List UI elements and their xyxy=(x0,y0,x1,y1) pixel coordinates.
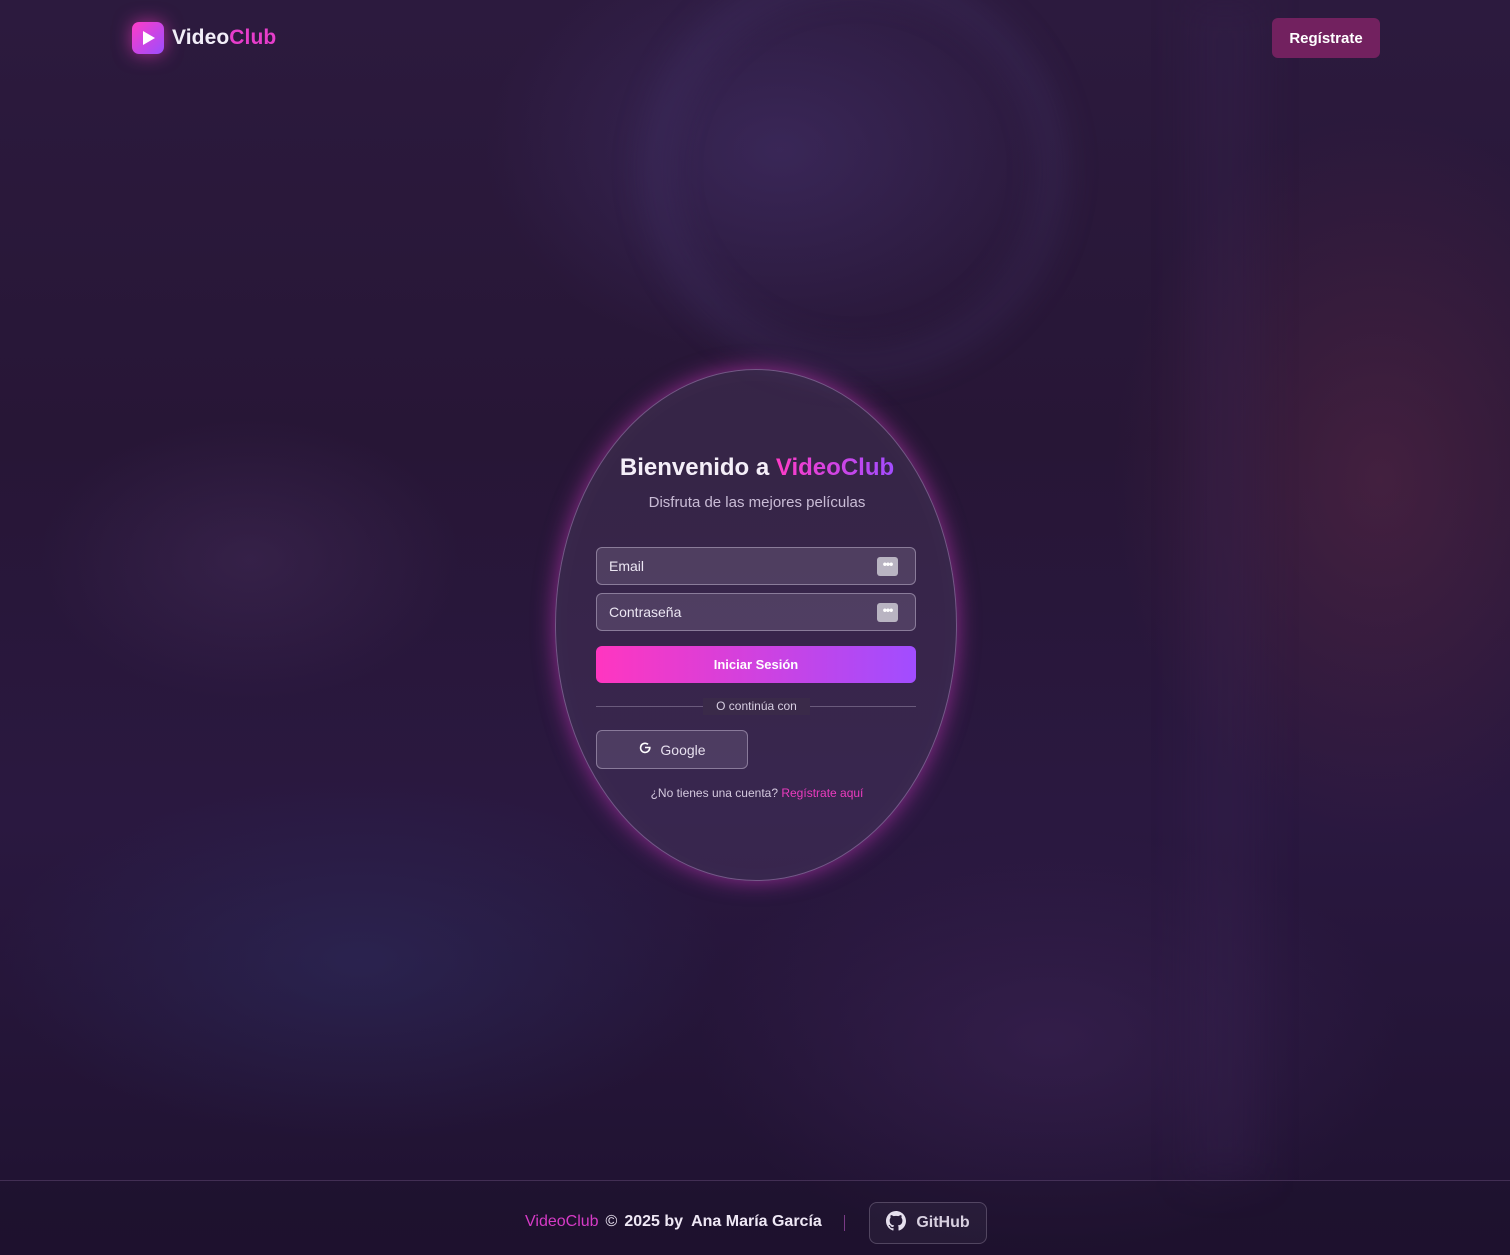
register-button[interactable]: Regístrate xyxy=(1272,18,1380,58)
footer-separator xyxy=(844,1215,845,1231)
divider-text: O continúa con xyxy=(703,698,810,715)
background-decoration xyxy=(1190,0,1260,1180)
page-footer: VideoClub © 2025 by Ana María García Git… xyxy=(0,1180,1510,1255)
google-icon xyxy=(638,741,652,759)
email-input[interactable] xyxy=(597,548,915,584)
login-subtitle: Disfruta de las mejores películas xyxy=(648,494,866,511)
no-account-text: ¿No tienes una cuenta? xyxy=(650,786,778,800)
title-prefix: Bienvenido a xyxy=(619,454,770,481)
logo-text-club: Club xyxy=(229,26,277,49)
footer-brand[interactable]: VideoClub xyxy=(525,1213,599,1231)
login-button[interactable]: Iniciar Sesión xyxy=(596,646,916,683)
logo-text: VideoClub xyxy=(172,26,276,50)
email-field-wrapper: ••• xyxy=(596,547,916,585)
title-brand: VideoClub xyxy=(775,454,895,481)
register-link[interactable]: Regístrate aquí xyxy=(781,786,863,800)
password-input[interactable] xyxy=(597,594,915,630)
google-label: Google xyxy=(660,741,706,758)
github-label: GitHub xyxy=(916,1214,970,1231)
login-card: Bienvenido a VideoClub Disfruta de las m… xyxy=(555,369,957,881)
google-login-button[interactable]: Google xyxy=(596,730,748,769)
signup-prompt: ¿No tienes una cuenta? Regístrate aquí xyxy=(556,786,958,800)
app-logo[interactable]: VideoClub xyxy=(132,22,276,54)
footer-author: Ana María García xyxy=(691,1213,822,1230)
github-button[interactable]: GitHub xyxy=(869,1202,987,1244)
login-title: Bienvenido a VideoClub xyxy=(556,454,958,482)
footer-year: 2025 by xyxy=(624,1213,684,1230)
footer-credits: VideoClub © 2025 by Ana María García xyxy=(525,1213,822,1231)
github-icon xyxy=(886,1210,907,1236)
top-header: VideoClub Regístrate xyxy=(0,0,1510,78)
play-icon xyxy=(132,22,164,54)
copyright-symbol: © xyxy=(605,1213,618,1230)
autofill-icon[interactable]: ••• xyxy=(877,557,898,576)
password-field-wrapper: ••• xyxy=(596,593,916,631)
logo-text-video: Video xyxy=(172,26,230,49)
autofill-icon[interactable]: ••• xyxy=(877,603,898,622)
